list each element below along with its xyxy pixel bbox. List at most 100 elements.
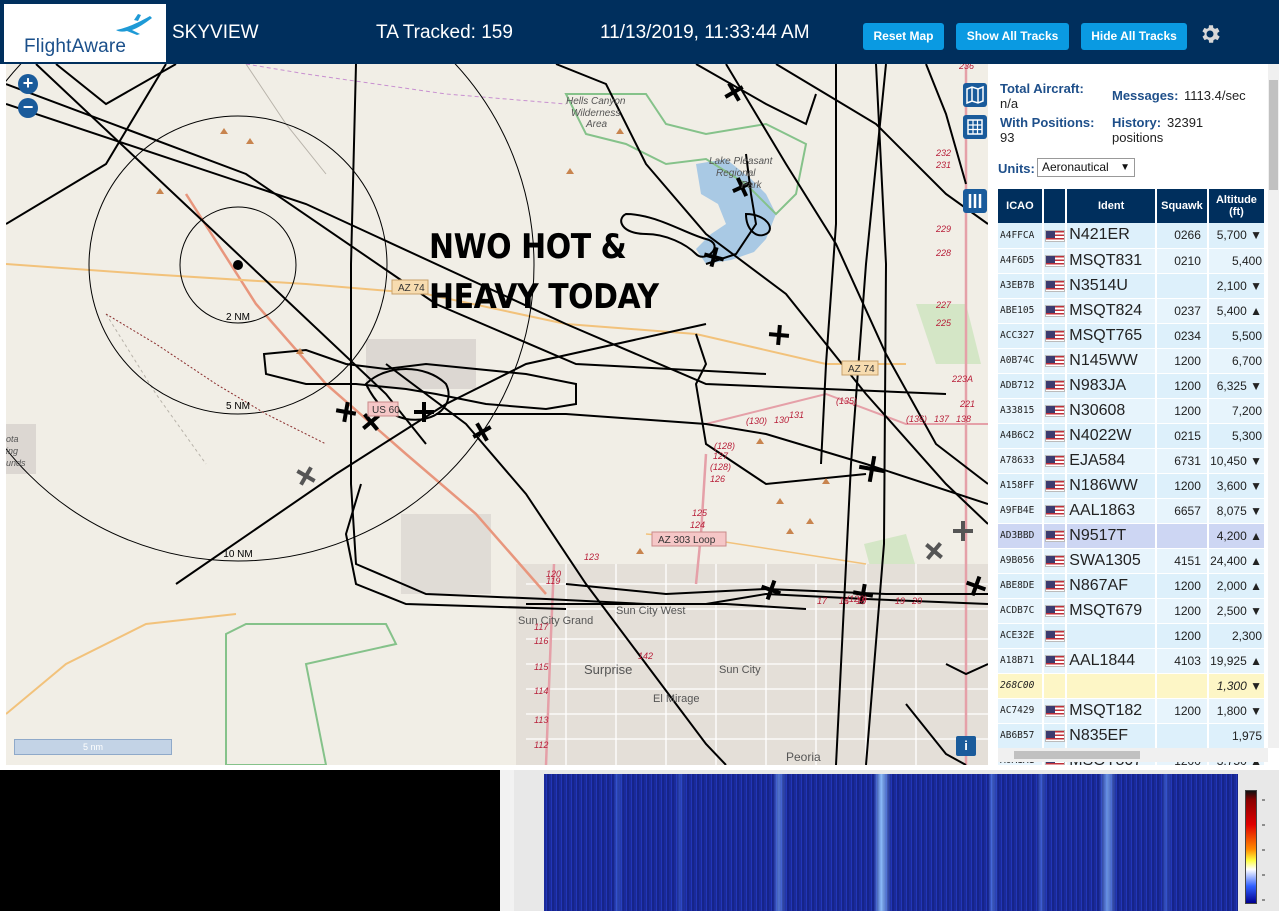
icao-cell: A4FFCA xyxy=(998,223,1044,249)
flag-cell xyxy=(1042,648,1068,674)
table-row[interactable]: AC7429 MSQT182 1200 1,800 ▼ xyxy=(998,698,1267,724)
icao-cell: A4F6D5 xyxy=(998,248,1044,274)
flag-cell xyxy=(1042,723,1068,749)
grid-icon[interactable] xyxy=(963,115,987,139)
us-flag-icon xyxy=(1044,305,1065,318)
reset-map-button[interactable]: Reset Map xyxy=(863,23,944,50)
column-flag[interactable] xyxy=(1042,189,1068,223)
squawk-cell: 0215 xyxy=(1155,423,1209,449)
ident-cell: N3514U xyxy=(1066,273,1157,299)
table-row[interactable]: A4F6D5 MSQT831 0210 5,400 xyxy=(998,248,1267,274)
history-value: 32391 xyxy=(1167,115,1204,130)
skyview-app: FlightAware SKYVIEW TA Tracked: 159 11/1… xyxy=(0,0,1279,911)
zoom-out-button[interactable]: − xyxy=(18,98,38,118)
gear-icon[interactable] xyxy=(1198,22,1222,46)
svg-text:Sun City West: Sun City West xyxy=(616,605,686,617)
ident-cell: SWA1305 xyxy=(1066,548,1157,574)
altitude-cell: 5,400 ▲ xyxy=(1207,298,1267,324)
svg-text:AZ 74: AZ 74 xyxy=(398,283,425,294)
chevron-down-icon: ▼ xyxy=(1120,162,1130,173)
table-row[interactable]: ADB712 N983JA 1200 6,325 ▼ xyxy=(998,373,1267,399)
svg-text:123: 123 xyxy=(584,552,599,562)
altitude-cell: 24,400 ▲ xyxy=(1207,548,1267,574)
svg-text:228: 228 xyxy=(935,248,951,258)
hide-all-tracks-button[interactable]: Hide All Tracks xyxy=(1081,23,1187,50)
history-unit: positions xyxy=(1112,130,1164,145)
table-row[interactable]: A4B6C2 N4022W 0215 5,300 xyxy=(998,423,1267,449)
altitude-cell: 5,700 ▼ xyxy=(1207,223,1267,249)
scale-bar: 5 nm xyxy=(14,739,172,755)
table-row[interactable]: AD3BBD N9517T 4,200 ▲ xyxy=(998,523,1267,549)
table-row[interactable]: AB6B57 N835EF 1,975 xyxy=(998,723,1267,749)
table-row[interactable]: 268C00 1,300 ▼ xyxy=(998,673,1267,699)
column-altitude[interactable]: Altitude (ft) xyxy=(1207,189,1267,223)
us-flag-icon xyxy=(1044,655,1065,668)
info-button[interactable]: i xyxy=(956,736,976,756)
icao-cell: AB6B57 xyxy=(998,723,1044,749)
ident-cell: MSQT679 xyxy=(1066,598,1157,624)
table-row[interactable]: ACDB7C MSQT679 1200 2,500 ▼ xyxy=(998,598,1267,624)
altitude-cell: 6,325 ▼ xyxy=(1207,373,1267,399)
flag-cell xyxy=(1042,448,1068,474)
squawk-cell: 1200 xyxy=(1155,398,1209,424)
table-row[interactable]: ABE105 MSQT824 0237 5,400 ▲ xyxy=(998,298,1267,324)
sidebar-horizontal-scroll-thumb[interactable] xyxy=(1014,751,1140,759)
table-row[interactable]: A3EB7B N3514U 2,100 ▼ xyxy=(998,273,1267,299)
map-view[interactable]: 2 NM 5 NM 10 NM Hells Canyon Wilderness … xyxy=(6,64,988,765)
table-row[interactable]: A18B71 AAL1844 4103 19,925 ▲ xyxy=(998,648,1267,674)
altitude-cell: 19,925 ▲ xyxy=(1207,648,1267,674)
flag-cell xyxy=(1042,423,1068,449)
svg-text:114: 114 xyxy=(534,686,548,696)
svg-text:Surprise: Surprise xyxy=(584,662,632,677)
altitude-cell: 6,700 xyxy=(1207,348,1267,374)
column-squawk[interactable]: Squawk xyxy=(1155,189,1209,223)
svg-text:2 NM: 2 NM xyxy=(226,312,250,323)
altitude-cell: 1,800 ▼ xyxy=(1207,698,1267,724)
flag-cell xyxy=(1042,623,1068,649)
table-header-row: ICAO Ident Squawk Altitude (ft) xyxy=(998,189,1267,223)
svg-text:(130): (130) xyxy=(746,416,767,426)
flag-cell xyxy=(1042,323,1068,349)
clock-datetime: 11/13/2019, 11:33:44 AM xyxy=(600,22,810,43)
us-flag-icon xyxy=(1044,505,1065,518)
squawk-cell: 0234 xyxy=(1155,323,1209,349)
table-row[interactable]: A4FFCA N421ER 0266 5,700 ▼ xyxy=(998,223,1267,249)
svg-text:Peoria: Peoria xyxy=(786,750,821,764)
icao-cell: 268C00 xyxy=(998,673,1044,699)
columns-icon[interactable] xyxy=(963,189,987,213)
flightaware-logo[interactable]: FlightAware xyxy=(4,4,166,62)
svg-text:120: 120 xyxy=(546,569,561,579)
squawk-cell: 1200 xyxy=(1155,573,1209,599)
table-row[interactable]: ABE8DE N867AF 1200 2,000 ▲ xyxy=(998,573,1267,599)
table-row[interactable]: A9FB4E AAL1863 6657 8,075 ▼ xyxy=(998,498,1267,524)
units-select[interactable]: Aeronautical ▼ xyxy=(1037,158,1135,177)
spectrum-waterfall xyxy=(544,774,1238,911)
svg-text:18: 18 xyxy=(856,596,866,606)
squawk-cell: 1200 xyxy=(1155,698,1209,724)
svg-text:231: 231 xyxy=(935,160,951,170)
icao-cell: ACC327 xyxy=(998,323,1044,349)
icao-cell: A158FF xyxy=(998,473,1044,499)
top-header: FlightAware SKYVIEW TA Tracked: 159 11/1… xyxy=(0,0,1279,64)
table-row[interactable]: A33815 N30608 1200 7,200 xyxy=(998,398,1267,424)
table-row[interactable]: A78633 EJA584 6731 10,450 ▼ xyxy=(998,448,1267,474)
sidebar-vertical-scroll-thumb[interactable] xyxy=(1269,80,1278,190)
table-row[interactable]: A158FF N186WW 1200 3,600 ▼ xyxy=(998,473,1267,499)
map-layers-icon[interactable] xyxy=(963,83,987,107)
column-icao[interactable]: ICAO xyxy=(998,189,1044,223)
table-row[interactable]: A0B74C N145WW 1200 6,700 xyxy=(998,348,1267,374)
table-row[interactable]: ACE32E 1200 2,300 xyxy=(998,623,1267,649)
zoom-in-button[interactable]: + xyxy=(18,74,38,94)
show-all-tracks-button[interactable]: Show All Tracks xyxy=(956,23,1069,50)
map-canvas[interactable]: 2 NM 5 NM 10 NM Hells Canyon Wilderness … xyxy=(6,64,988,765)
icao-cell: A78633 xyxy=(998,448,1044,474)
table-row[interactable]: A9B056 SWA1305 4151 24,400 ▲ xyxy=(998,548,1267,574)
icao-cell: ABE8DE xyxy=(998,573,1044,599)
column-ident[interactable]: Ident xyxy=(1066,189,1157,223)
svg-text:unds: unds xyxy=(6,458,26,468)
overlay-line-1: NWO HOT & xyxy=(429,227,627,267)
svg-text:115: 115 xyxy=(534,662,549,672)
us-flag-icon xyxy=(1044,230,1065,243)
table-row[interactable]: ACC327 MSQT765 0234 5,500 xyxy=(998,323,1267,349)
us-flag-icon xyxy=(1044,730,1065,743)
